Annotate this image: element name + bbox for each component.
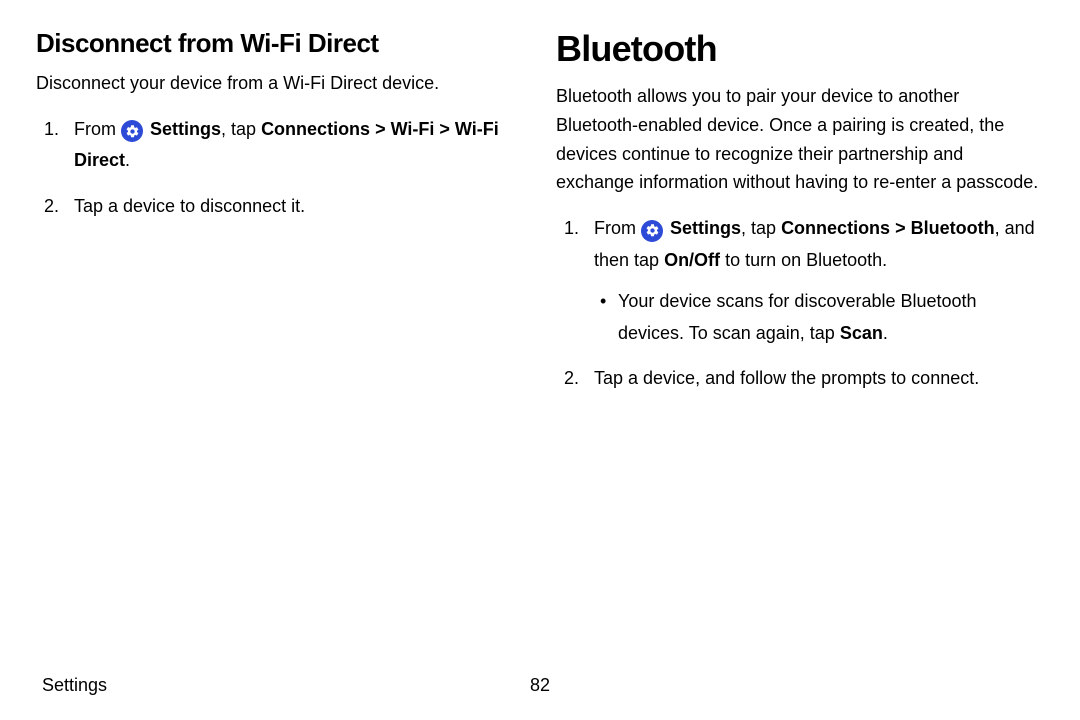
heading-bluetooth: Bluetooth [556, 28, 1044, 70]
text: . [125, 150, 130, 170]
heading-disconnect: Disconnect from Wi-Fi Direct [36, 28, 516, 59]
intro-disconnect: Disconnect your device from a Wi-Fi Dire… [36, 69, 516, 98]
right-column: Bluetooth Bluetooth allows you to pair y… [556, 28, 1044, 409]
nav-path: Connections > Bluetooth [781, 218, 995, 238]
settings-label: Settings [670, 218, 741, 238]
scan-label: Scan [840, 323, 883, 343]
settings-label: Settings [150, 119, 221, 139]
text: Your device scans for discoverable Bluet… [618, 291, 977, 343]
steps-disconnect: From Settings, tap Connections > Wi-Fi >… [36, 114, 516, 223]
page-body: Disconnect from Wi-Fi Direct Disconnect … [0, 0, 1080, 409]
step-2-left: Tap a device to disconnect it. [36, 191, 516, 223]
text: From [594, 218, 641, 238]
substeps: Your device scans for discoverable Bluet… [594, 286, 1044, 349]
settings-gear-icon [121, 120, 143, 142]
onoff-label: On/Off [664, 250, 720, 270]
page-number: 82 [530, 675, 550, 696]
substep-scan: Your device scans for discoverable Bluet… [594, 286, 1044, 349]
text: , tap [221, 119, 261, 139]
steps-bluetooth: From Settings, tap Connections > Bluetoo… [556, 213, 1044, 395]
step-1-left: From Settings, tap Connections > Wi-Fi >… [36, 114, 516, 177]
intro-bluetooth: Bluetooth allows you to pair your device… [556, 82, 1044, 197]
step-1-right: From Settings, tap Connections > Bluetoo… [556, 213, 1044, 349]
footer-section-label: Settings [42, 675, 107, 696]
settings-gear-icon [641, 220, 663, 242]
text: to turn on Bluetooth. [720, 250, 887, 270]
left-column: Disconnect from Wi-Fi Direct Disconnect … [36, 28, 516, 409]
text: , tap [741, 218, 781, 238]
text: . [883, 323, 888, 343]
text: From [74, 119, 121, 139]
step-2-right: Tap a device, and follow the prompts to … [556, 363, 1044, 395]
